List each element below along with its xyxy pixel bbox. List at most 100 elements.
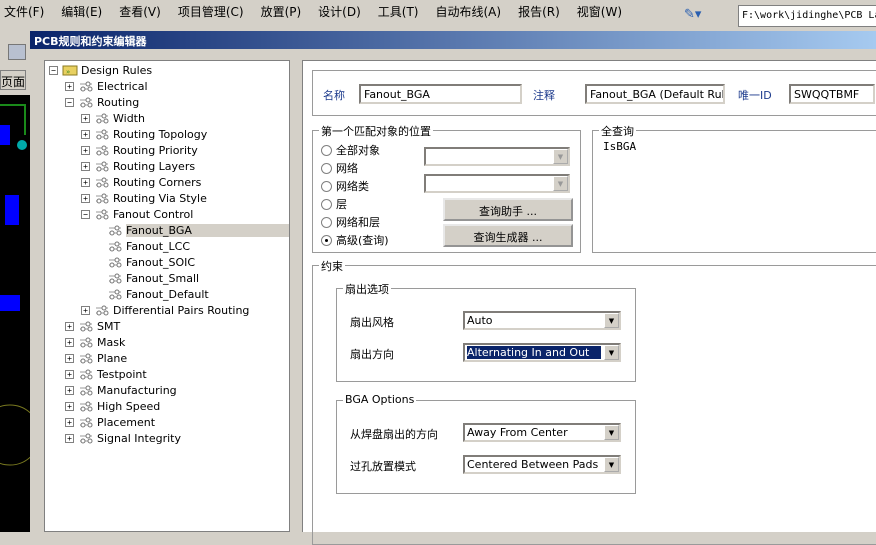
radio-icon[interactable] (321, 162, 332, 174)
tree-item[interactable]: + Manufacturing (65, 382, 177, 398)
expand-icon[interactable]: + (65, 353, 74, 363)
collapse-icon[interactable]: − (81, 209, 90, 219)
collapse-icon[interactable]: − (49, 65, 58, 75)
expand-icon[interactable]: + (65, 337, 74, 347)
tree-item[interactable]: + Mask (65, 334, 125, 350)
net-select[interactable]: ▼ (424, 147, 570, 166)
pcb-canvas[interactable] (0, 95, 41, 543)
toolbar-pen-icon[interactable]: ✎▾ (684, 7, 710, 25)
radio-label: 全部对象 (336, 144, 380, 157)
document-path-field[interactable]: F:\work\jidinghe\PCB La (738, 5, 876, 27)
tree-item[interactable]: − Routing (65, 94, 139, 110)
tree-item[interactable]: + Routing Layers (81, 158, 195, 174)
pad-direction-select[interactable]: Away From Center ▼ (463, 423, 621, 442)
pad-direction-value: Away From Center (467, 426, 568, 439)
fanout-direction-value: Alternating In and Out (466, 345, 602, 360)
tree-item[interactable]: − Fanout Control (81, 206, 193, 222)
tree-item-label: High Speed (97, 399, 161, 413)
tree-item[interactable]: + Plane (65, 350, 127, 366)
expand-icon[interactable]: + (65, 385, 74, 395)
full-query-title: 全查询 (599, 123, 636, 139)
menu-item[interactable]: 项目管理(C) (178, 3, 244, 20)
full-query-text[interactable]: IsBGA (603, 140, 636, 153)
fanout-options-group: 扇出选项 扇出风格 Auto ▼ 扇出方向 Alternating In and … (336, 281, 636, 382)
menu-item[interactable]: 设计(D) (318, 3, 361, 20)
menu-item[interactable]: 报告(R) (518, 3, 560, 20)
match-radio[interactable]: 高级(查询) (321, 232, 389, 248)
comment-input[interactable]: Fanout_BGA (Default Rule) (585, 84, 725, 104)
tree-item[interactable]: + Signal Integrity (65, 430, 181, 446)
menu-item[interactable]: 编辑(E) (61, 3, 102, 20)
radio-icon[interactable] (321, 216, 332, 228)
rule-icon (107, 240, 123, 252)
expand-icon[interactable]: + (81, 177, 90, 187)
tree-item[interactable]: Fanout_SOIC (107, 254, 195, 270)
tree-item[interactable]: + Differential Pairs Routing (81, 302, 249, 318)
tree-item-label: Plane (97, 351, 128, 365)
expand-icon[interactable]: + (65, 81, 74, 91)
left-tab-page[interactable]: 页面 (0, 70, 26, 90)
expand-icon[interactable]: + (81, 145, 90, 155)
expand-icon[interactable]: + (81, 161, 90, 171)
tree-item[interactable]: + High Speed (65, 398, 160, 414)
tree-item[interactable]: + Routing Via Style (81, 190, 207, 206)
tree-item[interactable]: −» Design Rules (49, 62, 152, 78)
menu-item[interactable]: 查看(V) (119, 3, 161, 20)
tree-item[interactable]: + Placement (65, 414, 155, 430)
expand-icon[interactable]: + (65, 401, 74, 411)
radio-icon[interactable] (321, 180, 332, 192)
tree-item-label: Routing Via Style (113, 191, 207, 205)
comment-label: 注释 (533, 89, 555, 102)
expand-icon[interactable]: + (81, 305, 90, 315)
query-helper-button[interactable]: 查询助手 ... (443, 198, 573, 221)
print-icon[interactable] (8, 44, 26, 60)
expand-icon[interactable]: + (65, 433, 74, 443)
tree-item[interactable]: Fanout_LCC (107, 238, 190, 254)
tree-item[interactable]: + Testpoint (65, 366, 147, 382)
menu-item[interactable]: 文件(F) (4, 3, 44, 20)
tree-item[interactable]: + Routing Priority (81, 142, 198, 158)
expand-icon[interactable]: + (65, 417, 74, 427)
first-match-group: 第一个匹配对象的位置 全部对象 网络 网络类层网络和层 高级(查询) ▼ ▼ 查询助手… (312, 123, 581, 253)
menu-item[interactable]: 工具(T) (378, 3, 419, 20)
fanout-style-select[interactable]: Auto ▼ (463, 311, 621, 330)
expand-icon[interactable]: + (65, 321, 74, 331)
radio-icon[interactable] (321, 144, 332, 156)
net-class-select[interactable]: ▼ (424, 174, 570, 193)
tree-item-label: Routing (97, 95, 140, 109)
menu-item[interactable]: 视窗(W) (577, 3, 622, 20)
radio-icon[interactable] (321, 198, 332, 210)
match-radio[interactable]: 全部对象 (321, 142, 380, 158)
collapse-icon[interactable]: − (65, 97, 74, 107)
tree-item[interactable]: + Routing Topology (81, 126, 207, 142)
fanout-direction-select[interactable]: Alternating In and Out ▼ (463, 343, 621, 362)
tree-item-label: Fanout_BGA (126, 223, 289, 237)
match-radio[interactable]: 网络类 (321, 178, 369, 194)
expand-icon[interactable]: + (65, 369, 74, 379)
menu-item[interactable]: 自动布线(A) (435, 3, 501, 20)
tree-item[interactable]: Fanout_BGA (107, 222, 289, 238)
match-radio[interactable]: 层 (321, 196, 347, 212)
match-radio[interactable]: 网络和层 (321, 214, 380, 230)
tree-item-label: Fanout_Small (126, 271, 200, 285)
radio-icon[interactable] (321, 234, 332, 246)
tree-item[interactable]: + SMT (65, 318, 120, 334)
expand-icon[interactable]: + (81, 113, 90, 123)
unique-id-input[interactable]: SWQQTBMF (789, 84, 875, 104)
rules-tree[interactable]: −» Design Rules + Electrical − Routing + Width +… (44, 60, 290, 532)
name-input[interactable]: Fanout_BGA (359, 84, 522, 104)
fanout-options-title: 扇出选项 (343, 281, 391, 297)
tree-item[interactable]: Fanout_Small (107, 270, 199, 286)
expand-icon[interactable]: + (81, 193, 90, 203)
tree-item[interactable]: + Electrical (65, 78, 148, 94)
rule-icon (78, 96, 94, 108)
tree-item[interactable]: + Width (81, 110, 145, 126)
match-radio[interactable]: 网络 (321, 160, 358, 176)
tree-item[interactable]: Fanout_Default (107, 286, 209, 302)
rule-icon (94, 128, 110, 140)
via-placement-select[interactable]: Centered Between Pads ▼ (463, 455, 621, 474)
menu-item[interactable]: 放置(P) (261, 3, 302, 20)
tree-item[interactable]: + Routing Corners (81, 174, 201, 190)
query-builder-button[interactable]: 查询生成器 ... (443, 224, 573, 247)
expand-icon[interactable]: + (81, 129, 90, 139)
